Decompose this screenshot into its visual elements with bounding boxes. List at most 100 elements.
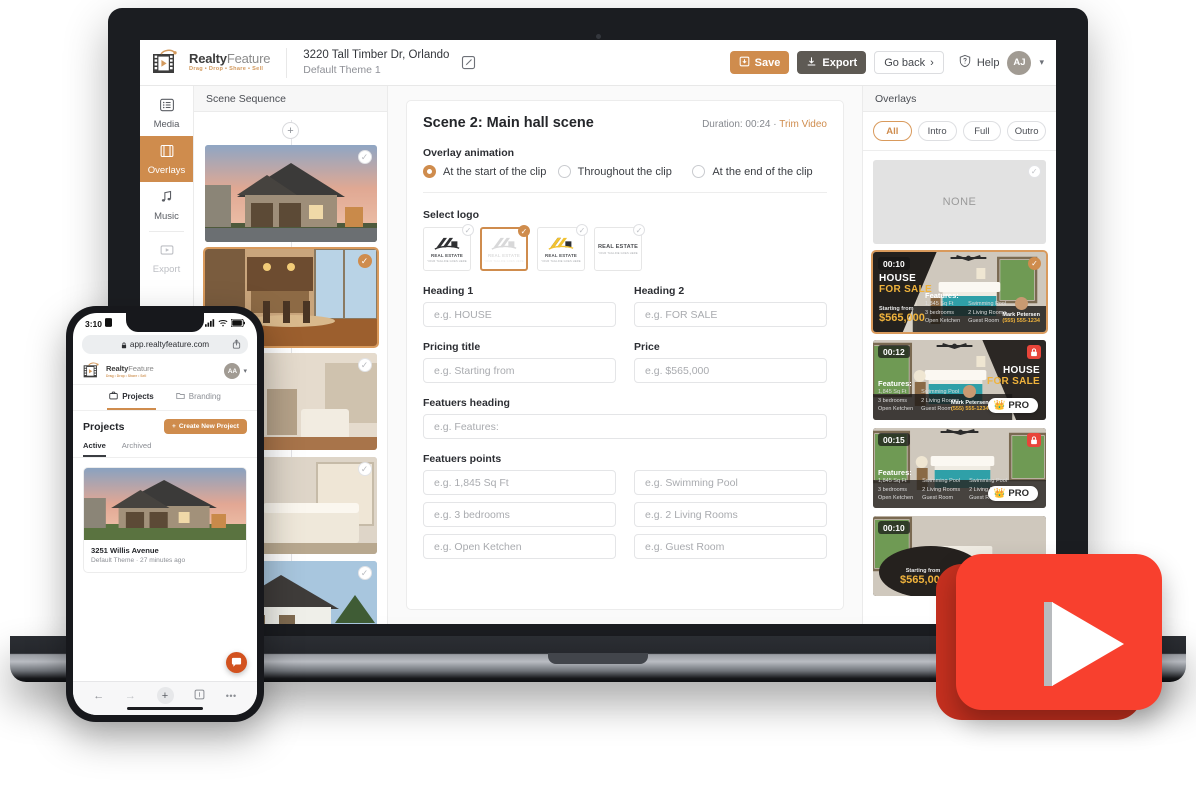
overlay-card-none[interactable]: ✓ NONE xyxy=(873,160,1046,244)
back-arrow-icon[interactable]: ← xyxy=(93,690,104,702)
sidebar-label-media: Media xyxy=(153,118,180,130)
tab-outro[interactable]: Outro xyxy=(1007,121,1046,141)
webcam-icon xyxy=(595,34,601,39)
overlays-panel: Overlays All Intro Full Outro ✓ NONE HOU… xyxy=(862,86,1056,624)
radio-dot-icon xyxy=(423,165,436,178)
subtab-active[interactable]: Active xyxy=(83,441,106,457)
avatar[interactable]: AA xyxy=(224,363,241,379)
features-points-row xyxy=(423,534,827,559)
chevron-down-icon[interactable]: ▾ xyxy=(243,367,247,375)
overlay-pricing: Starting from $565,000 xyxy=(879,306,925,324)
radio-at-the-end[interactable]: At the end of the clip xyxy=(692,165,827,178)
sidebar-item-overlays[interactable]: Overlays xyxy=(140,136,193,182)
project-card[interactable]: 3251 Willis Avenue Default Theme · 27 mi… xyxy=(83,467,247,573)
logo-caption: REAL ESTATE xyxy=(597,243,639,250)
overlay-card[interactable]: Features: 1,845 Sq Ft 3 bedrooms Open Ke… xyxy=(873,428,1046,508)
rail-divider xyxy=(149,231,184,232)
film-strip-icon xyxy=(159,143,175,162)
go-back-button[interactable]: Go back › xyxy=(874,51,944,74)
heading2-input[interactable] xyxy=(634,302,827,327)
feature-point-input[interactable] xyxy=(634,502,827,527)
logo-caption: REAL ESTATE xyxy=(431,252,463,258)
phone-mockup: 3:10 app.realtyfeature.com RealtyFeature… xyxy=(66,306,264,722)
avatar[interactable]: AJ xyxy=(1007,50,1032,75)
feature-point-input[interactable] xyxy=(423,502,616,527)
logo-option-dark-roof[interactable]: ✓ REAL ESTATE YOUR TAGLINE GOES HERE xyxy=(423,224,474,271)
cellular-icon xyxy=(205,318,215,329)
tab-all[interactable]: All xyxy=(873,121,912,141)
laptop-screen: RealtyFeature Drag • Drop • Share • Sell… xyxy=(140,40,1056,624)
logo-picker: ✓ REAL ESTATE YOUR TAGLINE GOES HERE ✓ R… xyxy=(423,224,827,271)
save-button[interactable]: Save xyxy=(729,51,790,74)
add-scene-button[interactable]: + xyxy=(282,122,299,139)
radio-throughout[interactable]: Throughout the clip xyxy=(557,165,693,178)
overlay-filter-tabs: All Intro Full Outro xyxy=(863,112,1056,151)
trim-video-link[interactable]: Trim Video xyxy=(779,119,827,130)
tab-projects[interactable]: Projects xyxy=(107,385,156,410)
overlay-card[interactable]: HOUSE FOR SALE Features: 1,845 Sq Ft 3 b… xyxy=(873,340,1046,420)
youtube-play-button xyxy=(930,548,1166,734)
play-triangle-icon xyxy=(1052,602,1124,686)
lock-icon xyxy=(1027,433,1041,447)
app-body: Media Overlays Music Export Scene Sequen… xyxy=(140,86,1056,624)
more-dots-icon[interactable]: ••• xyxy=(226,691,237,701)
overlay-feature: Swimming Pool xyxy=(968,301,1007,308)
chat-bubble-icon[interactable] xyxy=(226,652,247,673)
sidebar-item-export[interactable]: Export xyxy=(140,235,193,281)
phone-screen: 3:10 app.realtyfeature.com RealtyFeature… xyxy=(73,313,257,715)
share-icon[interactable] xyxy=(232,338,241,351)
tab-full[interactable]: Full xyxy=(962,121,1002,141)
overlay-agent: Mark Petersen (555) 555-1234 xyxy=(951,385,989,412)
feature-point-input[interactable] xyxy=(423,534,616,559)
scene-thumbnail[interactable]: ✓ xyxy=(204,145,377,242)
scene-editor-panel: Scene 2: Main hall scene Duration: 00:24… xyxy=(388,86,862,624)
pricing-title-input[interactable] xyxy=(423,358,616,383)
features-heading-input[interactable] xyxy=(423,414,827,439)
brand-logo[interactable]: RealtyFeature Drag • Drop • Share • Sell xyxy=(152,49,286,77)
feature-point-input[interactable] xyxy=(634,534,827,559)
select-logo-label: Select logo xyxy=(423,209,480,221)
lock-icon xyxy=(121,336,127,354)
logo-option-faded-roof[interactable]: ✓ REAL ESTATE YOUR TAGLINE GOES HERE xyxy=(480,225,530,271)
laptop-hinge-notch xyxy=(548,653,648,664)
radio-at-the-start[interactable]: At the start of the clip xyxy=(423,165,558,178)
browser-url-bar[interactable]: app.realtyfeature.com xyxy=(82,335,248,354)
sidebar-item-music[interactable]: Music xyxy=(140,182,193,228)
tabs-icon[interactable] xyxy=(194,689,205,703)
export-button[interactable]: Export xyxy=(797,51,867,74)
logo-option-yellow-roof[interactable]: ✓ REAL ESTATE YOUR TAGLINE GOES HERE xyxy=(537,224,588,271)
pencil-square-icon[interactable] xyxy=(461,55,476,70)
realtyfeature-logo-icon xyxy=(152,49,182,77)
phone-projects-header: Projects + Create New Project xyxy=(73,411,257,434)
sidebar-label-overlays: Overlays xyxy=(147,164,186,176)
feature-point-input[interactable] xyxy=(423,470,616,495)
media-list-icon xyxy=(159,97,175,116)
heading1-input[interactable] xyxy=(423,302,616,327)
new-tab-plus-icon[interactable]: + xyxy=(156,687,174,704)
overlay-card[interactable]: HOUSE FOR SALE Starting from $565,000 Fe… xyxy=(871,250,1048,334)
overlay-duration-badge: 00:10 xyxy=(878,521,910,534)
scene-sequence-title: Scene Sequence xyxy=(194,86,387,112)
lock-icon xyxy=(1027,345,1041,359)
tab-branding[interactable]: Branding xyxy=(174,385,223,410)
price-input[interactable] xyxy=(634,358,827,383)
help-button[interactable]: Help xyxy=(958,54,999,71)
logo-option-text-only[interactable]: ✓ REAL ESTATE YOUR TAGLINE GOES HERE xyxy=(594,224,645,271)
overlay-heading1: HOUSE xyxy=(879,273,917,284)
create-new-project-button[interactable]: + Create New Project xyxy=(164,419,247,434)
project-updated: 27 minutes ago xyxy=(140,557,186,564)
forward-arrow-icon[interactable]: → xyxy=(125,690,136,702)
overlay-feature: 1,845 Sq Ft xyxy=(878,478,907,485)
phone-brand-logo[interactable]: RealtyFeature Drag • Drop • Share • Sell xyxy=(83,362,154,380)
project-meta: Default Theme · 27 minutes ago xyxy=(91,557,239,564)
features-heading-group: Featuers heading xyxy=(423,397,827,439)
tab-intro[interactable]: Intro xyxy=(917,121,957,141)
chevron-down-icon[interactable]: ▾ xyxy=(1039,57,1044,68)
subtab-archived[interactable]: Archived xyxy=(122,441,152,457)
phone-account[interactable]: AA ▾ xyxy=(224,363,247,379)
scene-editor-card: Scene 2: Main hall scene Duration: 00:24… xyxy=(406,100,844,610)
scene-editor-header: Scene 2: Main hall scene Duration: 00:24… xyxy=(423,115,827,131)
sidebar-item-media[interactable]: Media xyxy=(140,90,193,136)
feature-point-input[interactable] xyxy=(634,470,827,495)
scene-check-icon: ✓ xyxy=(357,358,372,372)
